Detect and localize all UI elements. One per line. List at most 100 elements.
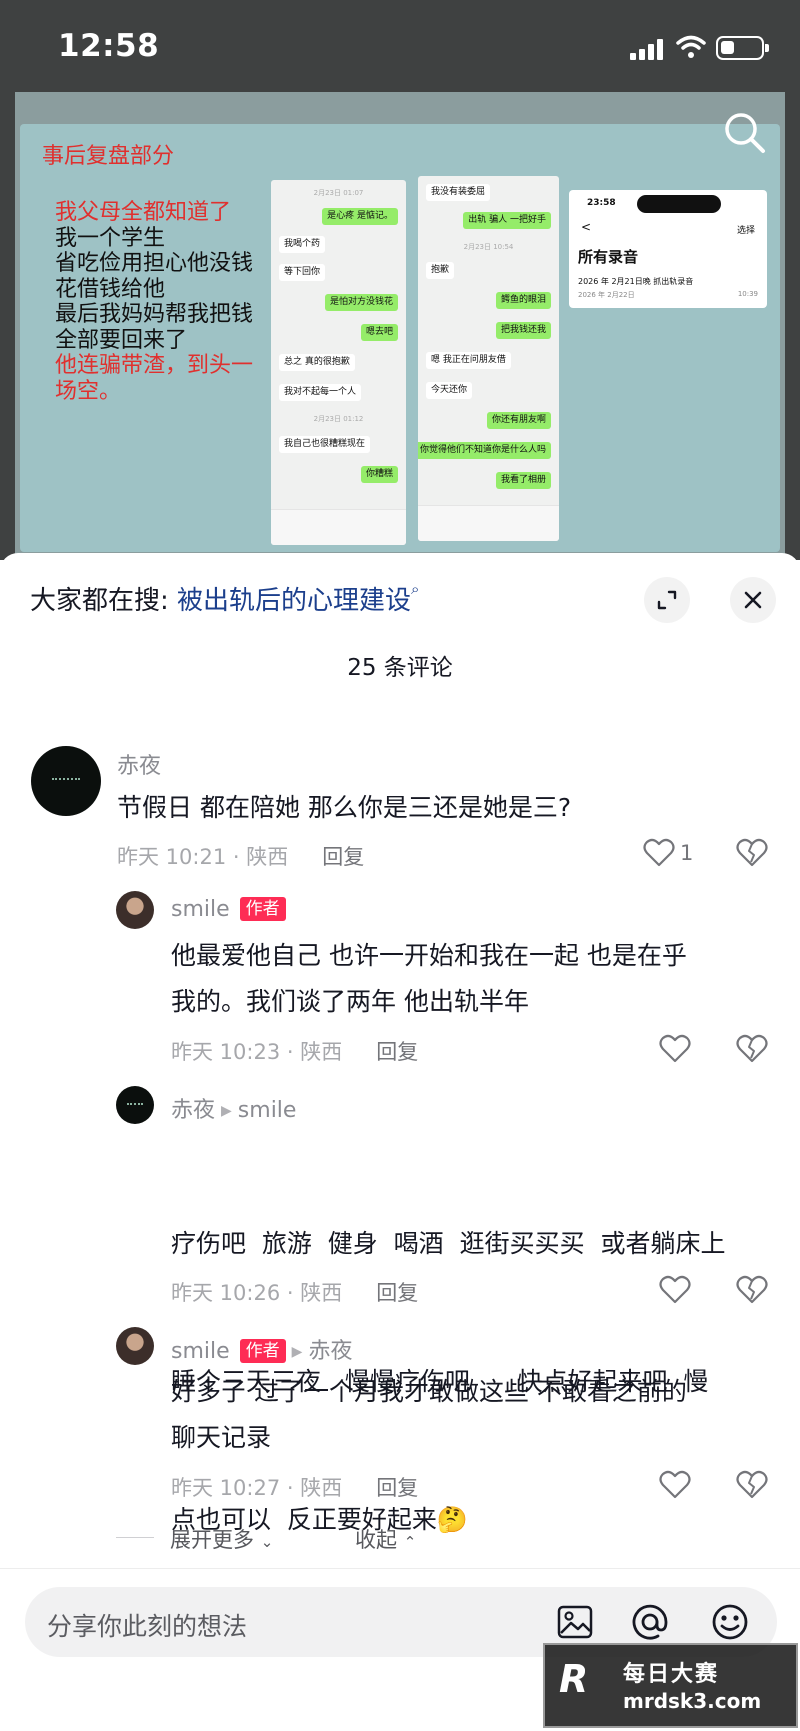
chat-bubble: 我喝个药 — [279, 236, 326, 253]
reply-text: 他最爱他自己 也许一开始和我在一起 也是在乎 我的。我们谈了两年 他出轨半年 — [171, 933, 687, 1025]
dislike-icon[interactable] — [736, 1034, 768, 1064]
story-line: 我父母全都知道了 — [55, 200, 232, 225]
recording-select: 选择 — [736, 226, 755, 236]
search-small-icon: ⌕ — [411, 580, 420, 598]
image-icon[interactable] — [555, 1602, 595, 1642]
like-count: 1 — [680, 841, 694, 865]
reply-author[interactable]: smile 作者 ▶ 赤夜 — [171, 1333, 352, 1365]
expand-divider — [116, 1537, 154, 1538]
reply-to-arrow-icon: ▶ — [221, 1103, 232, 1119]
battery-icon — [716, 36, 769, 60]
dislike-icon[interactable] — [736, 1275, 768, 1305]
reply-meta: 昨天 10:23 · 陕西 回复 — [171, 1036, 418, 1066]
reply-author[interactable]: 赤夜 ▶ smile — [171, 1092, 296, 1124]
reply-to-name: smile — [237, 1098, 297, 1123]
comment-meta: 昨天 10:21 · 陕西 回复 — [117, 841, 364, 871]
chat-timestamp: 2月23日 01:07 — [313, 189, 364, 197]
expand-more-button[interactable]: 展开更多 ⌄ — [170, 1524, 273, 1554]
reply-time-location: 昨天 10:27 · 陕西 — [171, 1476, 343, 1500]
mention-icon[interactable] — [630, 1602, 670, 1642]
chat-bubble: 等下回你 — [279, 264, 326, 281]
avatar[interactable] — [116, 891, 154, 929]
avatar[interactable] — [116, 1327, 154, 1365]
chat-bubble: 鳄鱼的眼泪 — [495, 292, 551, 309]
comment-text: 节假日 都在陪她 那么你是三还是她是三? — [117, 793, 572, 822]
search-icon[interactable] — [722, 110, 768, 156]
reply-author-name: smile — [171, 897, 230, 922]
story-line: 场空。 — [55, 378, 122, 404]
author-badge: 作者 — [239, 897, 286, 921]
like-icon[interactable] — [659, 1275, 691, 1305]
chat-bubble: 抱歉 — [426, 262, 455, 279]
reply-button[interactable]: 回复 — [322, 845, 364, 869]
comment-time-location: 昨天 10:21 · 陕西 — [117, 845, 289, 869]
recording-date: 2026 年 2月22日 — [578, 291, 635, 299]
chat-bubble: 把我钱还我 — [495, 322, 551, 339]
chat-bubble: 我自己也很糟糕现在 — [279, 436, 371, 453]
recording-title: 所有录音 — [578, 248, 639, 266]
reply-button[interactable]: 回复 — [376, 1281, 418, 1305]
slide-title: 事后复盘部分 — [42, 144, 175, 169]
reply-to-name: 赤夜 — [308, 1339, 353, 1364]
chat-bubble: 今天还你 — [426, 382, 473, 399]
author-badge: 作者 — [239, 1339, 286, 1363]
chat-input-bar — [418, 505, 559, 541]
reply-author[interactable]: smile 作者 — [171, 897, 286, 922]
collapse-label: 收起 — [355, 1528, 397, 1552]
chat-bubble: 我对不起每一个人 — [279, 384, 362, 401]
video-area[interactable]: 12:58 事后复盘部分 我父母全都知道了 我一个学生 省吃俭用担心他没钱 花借钱给他… — [0, 0, 800, 562]
like-icon[interactable] — [659, 1034, 691, 1064]
story-line: 我一个学生 — [55, 225, 166, 251]
reply-text-line: 聊天记录 — [171, 1423, 272, 1452]
reply-button[interactable]: 回复 — [376, 1040, 418, 1064]
collapse-button[interactable]: 收起 ⌃ — [355, 1524, 416, 1554]
dislike-icon[interactable] — [736, 838, 768, 868]
chat-bubble: 我看了相册 — [495, 472, 551, 489]
comment-count: 25 条评论 — [347, 655, 453, 681]
reply-text-line: 我的。我们谈了两年 他出轨半年 — [171, 987, 529, 1016]
reply-text-line: 疗伤吧 旅游 健身 喝酒 逛街买买买 或者躺床上 — [171, 1229, 726, 1258]
trending-search[interactable]: 大家都在搜: 被出轨后的心理建设⌕ — [30, 580, 419, 617]
avatar[interactable] — [31, 746, 101, 816]
recording-item: 2026 年 2月21日晚 抓出轨录音 — [578, 277, 694, 286]
recording-duration: 10:39 — [737, 290, 758, 298]
chat-input-bar — [271, 509, 406, 545]
reply-author-name: smile — [171, 1339, 230, 1364]
story-line: 全部要回来了 — [55, 327, 188, 353]
status-bar: 12:58 — [0, 0, 800, 95]
trending-search-prefix: 大家都在搜: — [30, 586, 169, 616]
chat-bubble: 你还有朋友啊 — [486, 412, 551, 429]
chat-timestamp: 2月23日 10:54 — [463, 243, 514, 251]
recording-status-time: 23:58 — [587, 198, 616, 208]
story-line: 花借钱给他 — [55, 276, 166, 302]
expand-sheet-button[interactable] — [644, 577, 690, 623]
reply-button[interactable]: 回复 — [376, 1476, 418, 1500]
comment-author[interactable]: 赤夜 — [117, 748, 161, 780]
story-text: 我父母全都知道了 我一个学生 省吃俭用担心他没钱 花借钱给他 最后我妈妈帮我把钱 全部要回… — [55, 200, 270, 404]
reply-meta: 昨天 10:27 · 陕西 回复 — [171, 1472, 418, 1502]
like-icon[interactable] — [659, 1470, 691, 1500]
emoji-icon[interactable] — [710, 1602, 750, 1642]
comment-input-placeholder: 分享你此刻的想法 — [47, 1612, 248, 1641]
close-icon — [744, 591, 762, 609]
chevron-down-icon: ⌄ — [260, 1533, 274, 1551]
chat-bubble: 是心疼 是惦记。 — [322, 208, 398, 225]
reply-time-location: 昨天 10:26 · 陕西 — [171, 1281, 343, 1305]
chat-bubble: 我没有装委屈 — [426, 184, 491, 201]
reply-to-arrow-icon: ▶ — [291, 1344, 303, 1360]
story-line: 省吃俭用担心他没钱 — [55, 251, 254, 276]
chat-bubble: 出轨 骗人 一把好手 — [463, 212, 551, 229]
chat-bubble: 嗯 我正在问朋友借 — [426, 352, 511, 369]
reply-meta: 昨天 10:26 · 陕西 回复 — [171, 1277, 418, 1307]
cellular-signal-icon — [630, 38, 664, 60]
reply-text-line: 他最爱他自己 也许一开始和我在一起 也是在乎 — [171, 941, 687, 970]
close-button[interactable] — [730, 577, 776, 623]
trending-search-keyword[interactable]: 被出轨后的心理建设 — [177, 586, 411, 616]
chat-bubble: 你糟糕 — [360, 466, 398, 483]
chat-timestamp: 2月23日 01:12 — [313, 415, 364, 423]
dislike-icon[interactable] — [736, 1470, 768, 1500]
avatar[interactable] — [116, 1086, 154, 1124]
like-icon[interactable] — [643, 838, 675, 868]
reply-author-name: 赤夜 — [171, 1098, 216, 1123]
recording-screenshot: 23:58 < 选择 所有录音 2026 年 2月21日晚 抓出轨录音 2026… — [569, 190, 767, 308]
